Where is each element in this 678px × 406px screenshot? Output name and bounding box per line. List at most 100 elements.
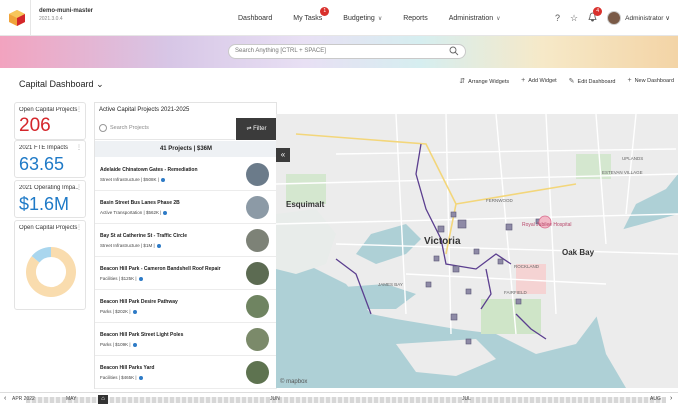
location-pin-icon[interactable] <box>156 243 161 248</box>
add-widget-button[interactable]: + Add Widget <box>521 77 557 85</box>
nav-administration[interactable]: Administration ∨ <box>449 15 501 22</box>
arrange-widgets-button[interactable]: ⇵ Arrange Widgets <box>459 77 509 85</box>
donut-chart[interactable] <box>26 247 76 297</box>
location-pin-icon[interactable] <box>138 375 143 380</box>
my-tasks-badge: 1 <box>320 6 330 16</box>
timeline-scrubber[interactable]: ‹ APR 2022 MAY ⌂ JUN JUL AUG › <box>0 392 678 406</box>
nav-reports[interactable]: Reports <box>403 15 428 22</box>
map-label-rockland: ROCKLAND <box>514 264 540 269</box>
project-search-input[interactable]: Search Projects <box>95 118 235 140</box>
project-subtitle: Active Transportation | $562K | <box>100 210 168 215</box>
kpi-card-fte-impacts[interactable]: 2021 FTE Impacts ⋮ 63.65 <box>14 140 86 178</box>
kpi-title: Open Capital Projects <box>19 107 78 113</box>
timeline-label: APR 2022 <box>12 396 35 402</box>
project-list-item[interactable]: Beacon Hill Park Street Light Poles Parks… <box>95 323 277 356</box>
more-options-icon[interactable]: ⋮ <box>76 184 82 191</box>
project-list-item[interactable]: Bay St at Catherine St - Traffic Circle S… <box>95 224 277 257</box>
kpi-card-open-capital-projects-chart[interactable]: Open Capital Projects ⋮ <box>14 220 86 310</box>
timeline-label: AUG <box>650 396 661 402</box>
user-avatar[interactable] <box>607 11 622 25</box>
project-subtitle: Parks | $202K | <box>100 309 137 314</box>
project-list-item[interactable]: Adelaide Chinatown Gates - Remediation St… <box>95 158 277 191</box>
project-title: Adelaide Chinatown Gates - Remediation <box>100 167 198 173</box>
location-pin-icon[interactable] <box>160 177 165 182</box>
timeline-prev-icon[interactable]: ‹ <box>4 395 6 402</box>
project-list-item[interactable]: Basin Street Bus Lanes Phase 2B Active Tr… <box>95 191 277 224</box>
timeline-next-icon[interactable]: › <box>670 395 672 402</box>
map-label-victoria: Victoria <box>424 236 461 247</box>
nav-my-tasks[interactable]: My Tasks 1 <box>293 6 330 22</box>
project-list-item[interactable]: Beacon Hill Park Desire Pathway Parks | $… <box>95 290 277 323</box>
kpi-value: $1.6M <box>19 194 70 214</box>
project-thumbnail <box>246 163 269 186</box>
kpi-card-open-capital-projects[interactable]: Open Capital Projects ⋮ 206 <box>14 102 86 140</box>
project-subtitle: Facilities | $125K | <box>100 276 143 281</box>
location-pin-icon[interactable] <box>138 276 143 281</box>
panel-title: Active Capital Projects 2021-2025 <box>99 107 190 113</box>
collapse-panel-button[interactable]: « <box>276 148 290 162</box>
dashboard-selector[interactable]: Capital Dashboard ⌄ <box>19 79 104 90</box>
dashboard-toolbar: Capital Dashboard ⌄ ⇵ Arrange Widgets + Ad… <box>0 68 678 102</box>
project-title: Basin Street Bus Lanes Phase 2B <box>100 200 180 206</box>
notifications-bell-icon[interactable]: 4 <box>588 7 603 24</box>
project-thumbnail <box>246 295 269 318</box>
search-banner: Search Anything [CTRL + SPACE] <box>0 36 678 68</box>
more-options-icon[interactable]: ⋮ <box>76 144 82 151</box>
nav-budgeting[interactable]: Budgeting ∨ <box>343 15 382 22</box>
project-list-item[interactable]: Beacon Hill Park - Cameron Bandshell Roo… <box>95 257 277 290</box>
map-label-james-bay: JAMES BAY <box>378 282 403 287</box>
projects-summary: 41 Projects | $36M <box>95 141 277 157</box>
chevron-down-icon: ∨ <box>496 15 501 22</box>
projects-map[interactable]: Esquimalt Victoria Oak Bay Royal Jubilee… <box>276 114 678 388</box>
map-label-fairfield: FAIRFIELD <box>504 290 527 295</box>
filter-button[interactable]: ⇌ Filter <box>236 118 277 140</box>
mapbox-attribution[interactable]: © mapbox <box>280 379 307 385</box>
project-title: Bay St at Catherine St - Traffic Circle <box>100 233 187 239</box>
map-label-fernwood: FERNWOOD <box>486 198 513 203</box>
organization-version: 2021.3.0.4 <box>39 16 63 22</box>
global-search-input[interactable]: Search Anything [CTRL + SPACE] <box>228 44 466 59</box>
map-label-uplands: UPLANDS <box>622 156 644 161</box>
project-title: Beacon Hill Parks Yard <box>100 365 155 371</box>
plus-icon: + <box>627 77 632 84</box>
location-pin-icon[interactable] <box>132 342 137 347</box>
more-options-icon[interactable]: ⋮ <box>76 224 82 231</box>
chevron-down-icon: ⌄ <box>96 79 104 89</box>
app-logo-icon[interactable] <box>8 9 26 27</box>
notification-badge: 4 <box>593 7 603 16</box>
project-subtitle: Parks | $109K | <box>100 342 137 347</box>
kpi-card-operating-impacts[interactable]: 2021 Operating Impa... ⋮ $1.6M <box>14 180 86 218</box>
project-thumbnail <box>246 328 269 351</box>
location-pin-icon[interactable] <box>132 309 137 314</box>
timeline-label: JUN <box>270 396 280 402</box>
filter-icon: ⇌ <box>246 126 252 132</box>
favorites-star-icon[interactable]: ☆ <box>570 13 578 24</box>
kpi-title: 2021 Operating Impa... <box>19 185 79 191</box>
search-icon[interactable] <box>449 46 459 56</box>
new-dashboard-button[interactable]: + New Dashboard <box>627 77 674 85</box>
search-placeholder: Search Projects <box>110 125 149 131</box>
kpi-value: 63.65 <box>19 154 65 174</box>
nav-dashboard[interactable]: Dashboard <box>238 15 272 22</box>
map-label-hospital: Royal Jubilee Hospital <box>522 222 572 228</box>
more-options-icon[interactable]: ⋮ <box>76 106 82 113</box>
help-icon[interactable]: ? <box>555 13 560 23</box>
donut-slice[interactable] <box>31 247 52 263</box>
organization-switcher[interactable]: demo-muni-master 2021.3.0.4 <box>30 0 93 36</box>
active-capital-projects-panel: Active Capital Projects 2021-2025 Search… <box>94 102 277 389</box>
project-title: Beacon Hill Park Street Light Poles <box>100 332 184 338</box>
edit-dashboard-button[interactable]: ✎ Edit Dashboard <box>569 77 616 85</box>
location-pin-icon[interactable] <box>163 210 168 215</box>
map-label-estevan-village: ESTEVAN VILLAGE <box>602 170 643 175</box>
chevron-down-icon: ∨ <box>377 15 383 22</box>
kpi-value: 206 <box>19 115 51 136</box>
dashboard-actions: ⇵ Arrange Widgets + Add Widget ✎ Edit Dashb… <box>447 77 674 85</box>
timeline-home-icon[interactable]: ⌂ <box>98 395 108 404</box>
map-canvas[interactable] <box>276 114 678 388</box>
user-menu[interactable]: Administrator ∨ <box>625 14 670 22</box>
kpi-title: Open Capital Projects <box>19 225 78 231</box>
main-navigation: Dashboard My Tasks 1 Budgeting ∨ Reports A… <box>238 0 522 36</box>
timeline-track[interactable] <box>26 397 666 403</box>
project-list-item[interactable]: Beacon Hill Parks Yard Facilities | $465K… <box>95 356 277 389</box>
pencil-icon: ✎ <box>568 78 575 85</box>
